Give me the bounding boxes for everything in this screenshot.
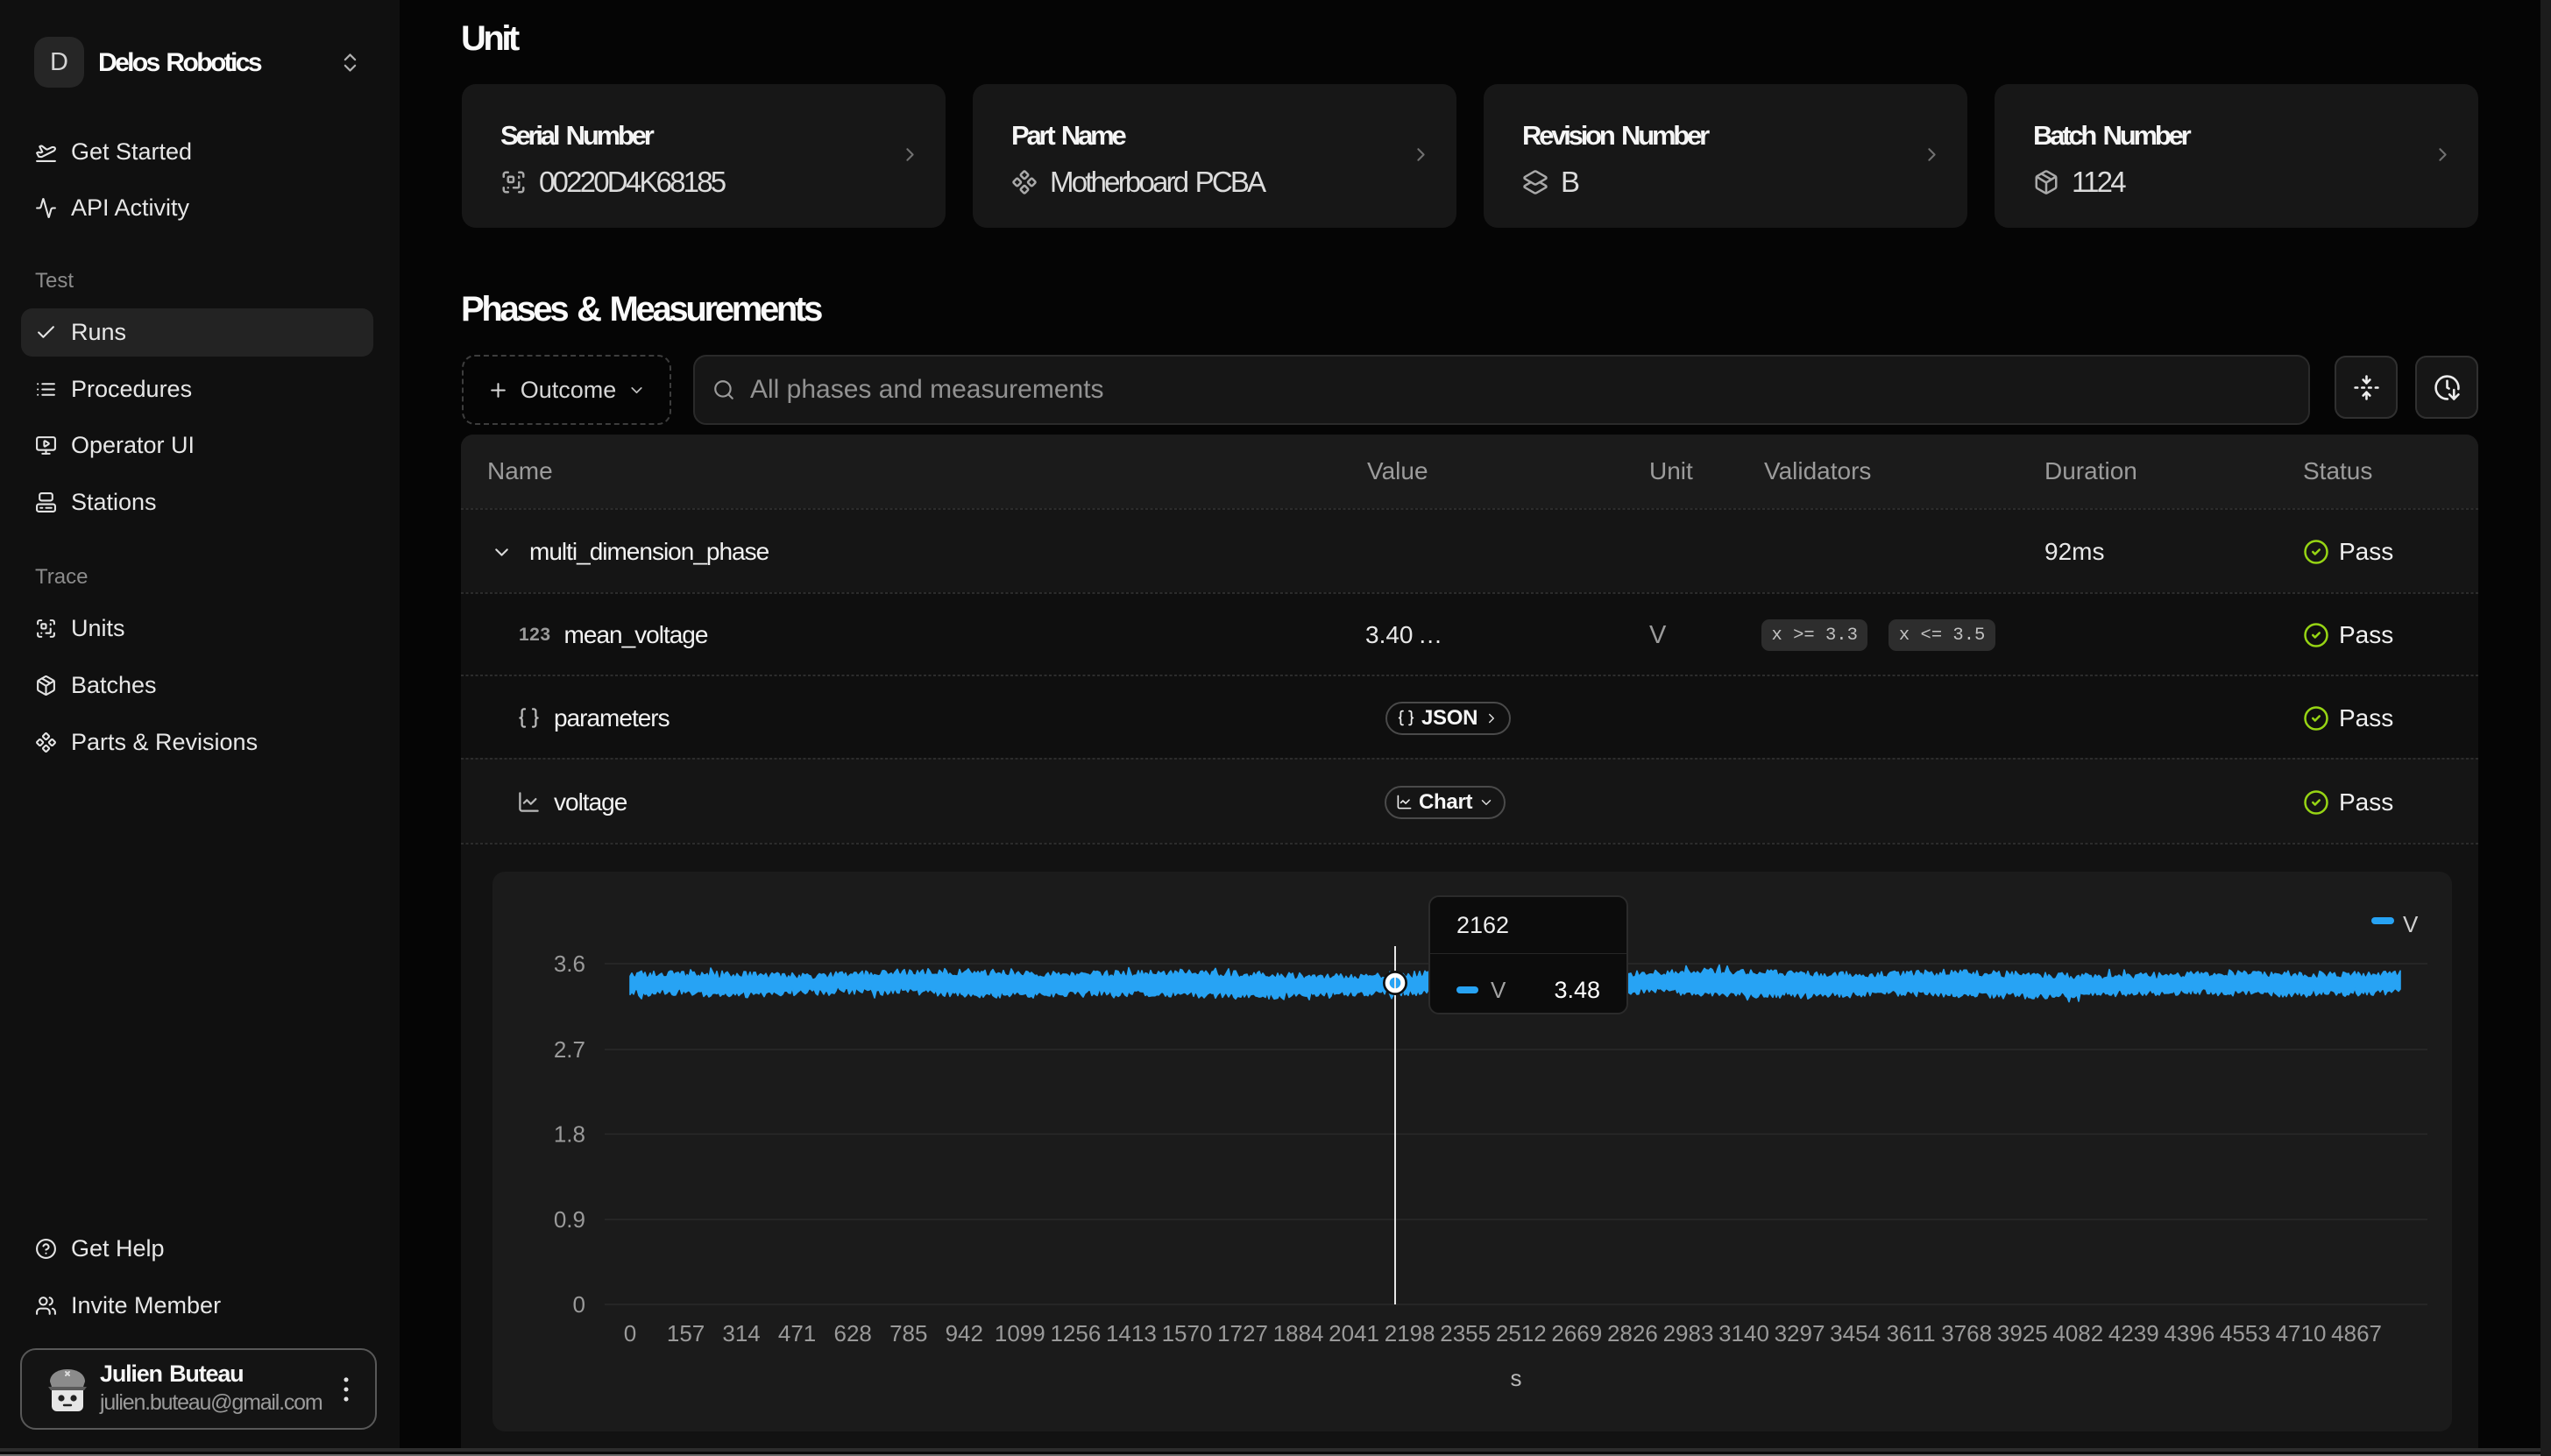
svg-text:2355: 2355 bbox=[1440, 1320, 1491, 1346]
svg-text:2198: 2198 bbox=[1385, 1320, 1435, 1346]
svg-text:2512: 2512 bbox=[1496, 1320, 1547, 1346]
svg-text:3297: 3297 bbox=[1775, 1320, 1825, 1346]
svg-text:4396: 4396 bbox=[2164, 1320, 2214, 1346]
svg-text:628: 628 bbox=[834, 1320, 872, 1346]
svg-text:2.7: 2.7 bbox=[554, 1036, 585, 1063]
svg-text:2669: 2669 bbox=[1551, 1320, 1602, 1346]
svg-text:1.8: 1.8 bbox=[554, 1121, 585, 1148]
svg-text:3611: 3611 bbox=[1887, 1320, 1936, 1346]
svg-text:1256: 1256 bbox=[1050, 1320, 1101, 1346]
svg-text:3.6: 3.6 bbox=[554, 951, 585, 977]
svg-text:1099: 1099 bbox=[995, 1320, 1045, 1346]
svg-text:4553: 4553 bbox=[2220, 1320, 2271, 1346]
svg-text:3925: 3925 bbox=[1997, 1320, 2048, 1346]
svg-text:1884: 1884 bbox=[1273, 1320, 1324, 1346]
svg-text:V: V bbox=[2403, 911, 2419, 937]
svg-text:0: 0 bbox=[624, 1320, 636, 1346]
svg-text:3768: 3768 bbox=[1941, 1320, 1992, 1346]
svg-text:3454: 3454 bbox=[1830, 1320, 1881, 1346]
svg-text:0: 0 bbox=[573, 1291, 585, 1318]
svg-text:2826: 2826 bbox=[1607, 1320, 1658, 1346]
svg-text:4710: 4710 bbox=[2276, 1320, 2327, 1346]
svg-text:785: 785 bbox=[889, 1320, 927, 1346]
svg-text:471: 471 bbox=[778, 1320, 816, 1346]
svg-text:4867: 4867 bbox=[2331, 1320, 2382, 1346]
svg-text:3140: 3140 bbox=[1718, 1320, 1769, 1346]
svg-text:942: 942 bbox=[946, 1320, 983, 1346]
svg-text:1570: 1570 bbox=[1162, 1320, 1213, 1346]
svg-text:157: 157 bbox=[667, 1320, 705, 1346]
svg-text:2041: 2041 bbox=[1329, 1320, 1379, 1346]
svg-text:4082: 4082 bbox=[2052, 1320, 2103, 1346]
svg-text:314: 314 bbox=[722, 1320, 760, 1346]
svg-text:1727: 1727 bbox=[1217, 1320, 1268, 1346]
svg-text:1413: 1413 bbox=[1106, 1320, 1157, 1346]
svg-text:0.9: 0.9 bbox=[554, 1206, 585, 1233]
svg-text:s: s bbox=[1511, 1365, 1522, 1391]
svg-text:4239: 4239 bbox=[2108, 1320, 2159, 1346]
svg-text:2983: 2983 bbox=[1663, 1320, 1714, 1346]
